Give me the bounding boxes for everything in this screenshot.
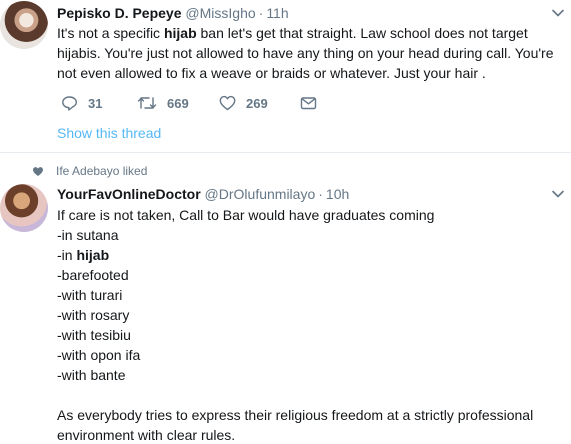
separator-dot: · xyxy=(318,186,323,202)
tweet-text-line: not even allowed to fix a weave or braid… xyxy=(57,65,486,81)
chevron-down-icon[interactable] xyxy=(551,187,565,201)
highlighted-keyword: hijab xyxy=(163,25,197,41)
tweet[interactable]: Pepisko D. Pepeye @MissIgho · 11h It's not… xyxy=(0,0,571,152)
tweet-header: YourFavOnlineDoctor @DrOlufunmilayo · 10h xyxy=(57,186,349,202)
display-name[interactable]: Pepisko D. Pepeye xyxy=(57,5,182,21)
chevron-down-icon[interactable] xyxy=(551,6,565,20)
reply-count: 31 xyxy=(88,95,103,111)
tweet-text-line: -with rosary xyxy=(57,307,130,323)
avatar[interactable] xyxy=(0,1,48,49)
tweet-text-line: As everybody tries to express their reli… xyxy=(57,407,534,423)
retweet-icon xyxy=(137,97,157,109)
tweet-text-line: -with bante xyxy=(57,367,126,383)
tweet-text-line: -with opon ifa xyxy=(57,347,141,363)
direct-message-button[interactable] xyxy=(300,93,317,113)
timestamp[interactable]: 11h xyxy=(266,5,288,21)
tweet-text-spacer xyxy=(57,385,557,405)
tweet-text: If care is not taken, Call to Bar would … xyxy=(57,205,557,444)
direct-message-icon xyxy=(300,97,317,110)
like-button[interactable]: 269 xyxy=(219,93,268,113)
timestamp[interactable]: 10h xyxy=(326,186,349,202)
user-handle[interactable]: @DrOlufunmilayo xyxy=(205,186,316,202)
tweet-text-line: -with turari xyxy=(57,287,123,303)
tweet-header: Pepisko D. Pepeye @MissIgho · 11h xyxy=(57,5,289,21)
tweet-text-line: -in hijab xyxy=(57,247,110,263)
avatar[interactable] xyxy=(0,184,48,232)
separator-dot: · xyxy=(258,5,264,21)
tweet-text-line: It's not a specific hijab ban let's get … xyxy=(57,25,528,41)
reply-button[interactable]: 31 xyxy=(61,93,102,113)
display-name[interactable]: YourFavOnlineDoctor xyxy=(57,186,201,202)
tweet-text-line: -with tesibiu xyxy=(57,327,131,343)
retweet-count: 669 xyxy=(167,95,189,111)
tweet-text: It's not a specific hijab ban let's get … xyxy=(57,23,557,83)
tweet-text-line: -in sutana xyxy=(57,227,119,243)
reply-icon xyxy=(62,96,77,111)
like-count: 269 xyxy=(246,95,268,111)
tweet-text-line: hijabis. You're just not allowed to have… xyxy=(57,45,554,61)
tweet-text-line: environment with clear rules. xyxy=(57,427,236,443)
like-icon xyxy=(219,95,236,111)
highlighted-keyword: hijab xyxy=(76,247,110,263)
user-handle[interactable]: @MissIgho xyxy=(185,5,255,21)
tweet-text-line: -barefooted xyxy=(57,267,129,283)
tweet-text-line: If care is not taken, Call to Bar would … xyxy=(57,207,435,223)
retweet-button[interactable]: 669 xyxy=(137,93,189,113)
show-thread-link[interactable]: Show this thread xyxy=(57,125,161,141)
